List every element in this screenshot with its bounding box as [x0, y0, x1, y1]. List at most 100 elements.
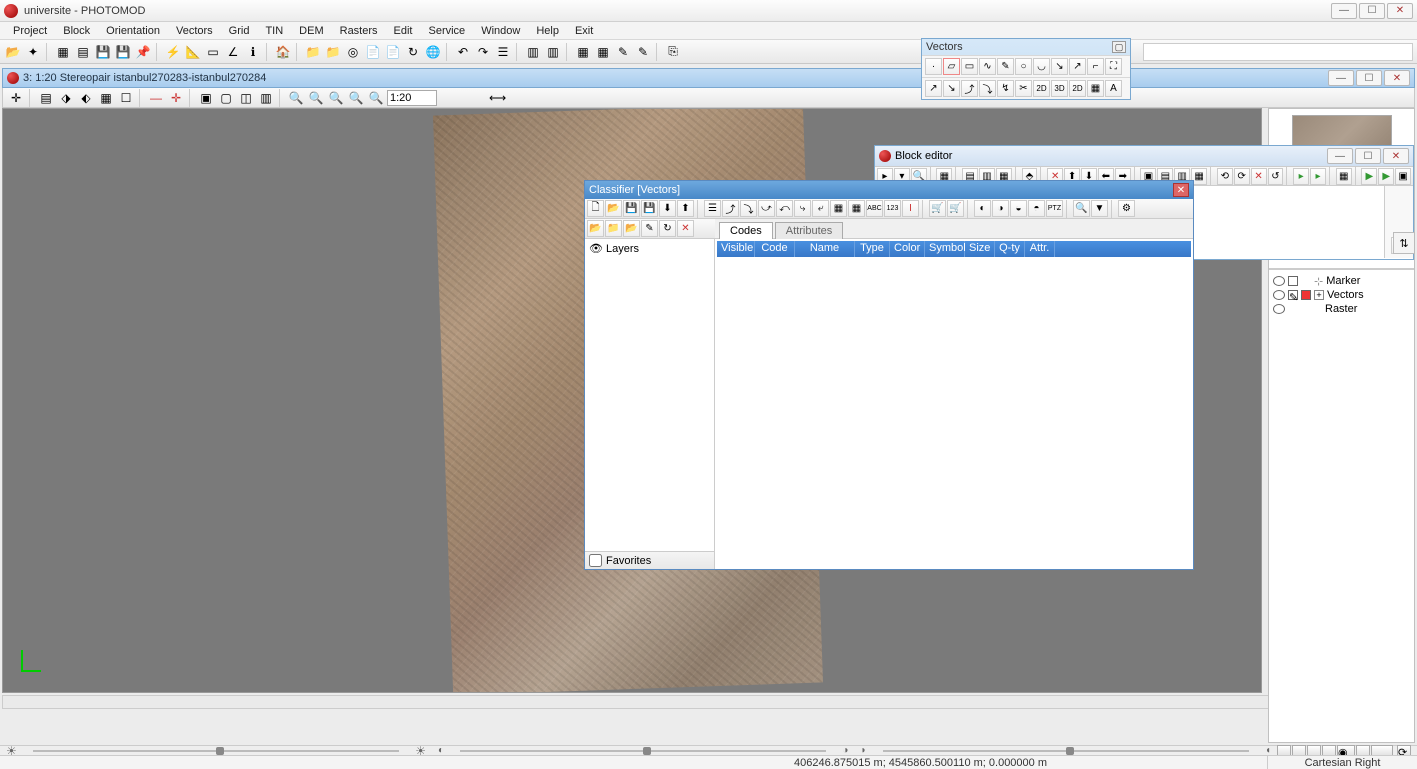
be-maximize-button[interactable]: ☐ — [1355, 148, 1381, 164]
vec-line-icon[interactable]: ▱ — [943, 58, 960, 75]
st-win3-icon[interactable]: ◫ — [237, 89, 255, 107]
vec-b1-icon[interactable]: ↗ — [925, 80, 942, 97]
menu-block[interactable]: Block — [56, 24, 97, 38]
be-t19-icon[interactable]: ↺ — [1268, 168, 1284, 185]
info-icon[interactable]: ℹ — [244, 43, 262, 61]
cl-tree5-icon[interactable]: ↻ — [659, 220, 676, 237]
st-zoom1-icon[interactable]: 🔍 — [367, 89, 385, 107]
cl-find-icon[interactable]: 🔍 — [1073, 200, 1090, 217]
classifier-close-button[interactable]: ✕ — [1173, 183, 1189, 197]
vec-point-icon[interactable]: · — [925, 58, 942, 75]
bolt-icon[interactable]: ⚡ — [164, 43, 182, 61]
vec-2d-icon[interactable]: 2D — [1033, 80, 1050, 97]
tab-attributes[interactable]: Attributes — [775, 222, 843, 239]
horizontal-scrollbar[interactable] — [2, 695, 1415, 709]
be-t20-icon[interactable]: ▸ — [1293, 168, 1309, 185]
angle-icon[interactable]: ∠ — [224, 43, 242, 61]
st-red-icon[interactable]: — — [147, 89, 165, 107]
tab-codes[interactable]: Codes — [719, 222, 773, 239]
cl-tree-del-icon[interactable]: ✕ — [677, 220, 694, 237]
cl-l4-icon[interactable]: ⤺ — [776, 200, 793, 217]
menu-grid[interactable]: Grid — [222, 24, 257, 38]
cl-new-icon[interactable]: 🗋 — [587, 200, 604, 217]
cl-list-icon[interactable]: ☰ — [704, 200, 721, 217]
st-zoomall-icon[interactable]: 🔍 — [347, 89, 365, 107]
cl-l5-icon[interactable]: ⤷ — [794, 200, 811, 217]
vectors-floating-toolbar[interactable]: Vectors ▢ · ▱ ▭ ∿ ✎ ○ ◡ ↘ ↗ ⌐ ⛶ ↗ ↘ ⤴ ⤵ … — [921, 38, 1131, 100]
cl-saveas-icon[interactable]: 💾 — [641, 200, 658, 217]
wand-icon[interactable]: ✦ — [24, 43, 42, 61]
close-button[interactable]: ✕ — [1387, 3, 1413, 19]
favorites-bar[interactable]: Favorites — [585, 551, 714, 569]
cl-123-icon[interactable]: 123 — [884, 200, 901, 217]
save-icon[interactable]: 💾 — [94, 43, 112, 61]
cl-grid1-icon[interactable]: ▦ — [830, 200, 847, 217]
classifier-grid[interactable]: Visible Code Name Type Color Symbol Size… — [715, 239, 1193, 569]
maximize-button[interactable]: ☐ — [1359, 3, 1385, 19]
menu-service[interactable]: Service — [422, 24, 473, 38]
st-pickb-icon[interactable]: ⬖ — [77, 89, 95, 107]
cl-tree1-icon[interactable]: 📂 — [587, 220, 604, 237]
stereo-titlebar[interactable]: 3: 1:20 Stereopair istanbul270283-istanb… — [2, 68, 1415, 88]
stereo-close-button[interactable]: ✕ — [1384, 70, 1410, 86]
pin-icon[interactable]: 📌 — [134, 43, 152, 61]
vec-b4-icon[interactable]: ⤵ — [979, 80, 996, 97]
st-pick-icon[interactable]: ⬗ — [57, 89, 75, 107]
st-win2-icon[interactable]: ▢ — [217, 89, 235, 107]
menu-project[interactable]: Project — [6, 24, 54, 38]
col-symbol[interactable]: Symbol — [925, 241, 965, 257]
toolbar-input[interactable] — [1143, 43, 1413, 61]
be-t22-icon[interactable]: ▦ — [1336, 168, 1352, 185]
col-qty[interactable]: Q-ty — [995, 241, 1025, 257]
lock-icon[interactable] — [1288, 276, 1298, 286]
swap-tool-icon[interactable]: ⇅ — [1393, 232, 1415, 254]
edit-icon[interactable]: ✎ — [1288, 290, 1298, 300]
st-cursor-icon[interactable]: ✛ — [7, 89, 25, 107]
globe-icon[interactable]: 🌐 — [424, 43, 442, 61]
export-icon[interactable]: ⎘ — [664, 43, 682, 61]
be-t18-icon[interactable]: ✕ — [1251, 168, 1267, 185]
vec-b2-icon[interactable]: ↘ — [943, 80, 960, 97]
eye-icon[interactable]: 👁 — [589, 242, 603, 255]
doc2-icon[interactable]: 📄 — [384, 43, 402, 61]
st-mode2-icon[interactable]: ☐ — [117, 89, 135, 107]
cl-i-icon[interactable]: I — [902, 200, 919, 217]
menu-help[interactable]: Help — [529, 24, 566, 38]
vec-grid-icon[interactable]: ▦ — [1087, 80, 1104, 97]
menu-edit[interactable]: Edit — [387, 24, 420, 38]
vec-b5-icon[interactable]: ↯ — [997, 80, 1014, 97]
menu-orientation[interactable]: Orientation — [99, 24, 167, 38]
vec-cut-icon[interactable]: ✂ — [1015, 80, 1032, 97]
be-close-button[interactable]: ✕ — [1383, 148, 1409, 164]
expand-icon[interactable]: + — [1314, 290, 1324, 300]
vec-b3-icon[interactable]: ⤴ — [961, 80, 978, 97]
be-t16-icon[interactable]: ⟲ — [1217, 168, 1233, 185]
vec-circle-icon[interactable]: ○ — [1015, 58, 1032, 75]
target-icon[interactable]: ◎ — [344, 43, 362, 61]
measure-icon[interactable]: 📐 — [184, 43, 202, 61]
visibility-icon[interactable] — [1273, 290, 1285, 300]
menu-window[interactable]: Window — [474, 24, 527, 38]
house-icon[interactable]: 🏠 — [274, 43, 292, 61]
vec-3d-icon[interactable]: 3D — [1051, 80, 1068, 97]
cl-save-icon[interactable]: 💾 — [623, 200, 640, 217]
cl-s3-icon[interactable]: ◒ — [1010, 200, 1027, 217]
col-type[interactable]: Type — [855, 241, 890, 257]
st-win1-icon[interactable]: ▣ — [197, 89, 215, 107]
vec-poly-icon[interactable]: ▭ — [961, 58, 978, 75]
layer-row-raster[interactable]: Raster — [1271, 302, 1412, 316]
zoom-input[interactable] — [387, 90, 437, 106]
vec-edit-icon[interactable]: ✎ — [997, 58, 1014, 75]
st-zoomfit-icon[interactable]: 🔍 — [327, 89, 345, 107]
st-cross-icon[interactable]: ✛ — [167, 89, 185, 107]
block-editor-titlebar[interactable]: Block editor — ☐ ✕ — [875, 146, 1413, 166]
minimize-button[interactable]: — — [1331, 3, 1357, 19]
menu-dem[interactable]: DEM — [292, 24, 330, 38]
vec-corner-icon[interactable]: ⌐ — [1087, 58, 1104, 75]
st-mode1-icon[interactable]: ▦ — [97, 89, 115, 107]
be-t24-icon[interactable]: ▶ — [1378, 168, 1394, 185]
layers-icon[interactable]: ▤ — [74, 43, 92, 61]
open-icon[interactable]: 📂 — [4, 43, 22, 61]
vec-2d2-icon[interactable]: 2D — [1069, 80, 1086, 97]
be-t25-icon[interactable]: ▣ — [1395, 168, 1411, 185]
